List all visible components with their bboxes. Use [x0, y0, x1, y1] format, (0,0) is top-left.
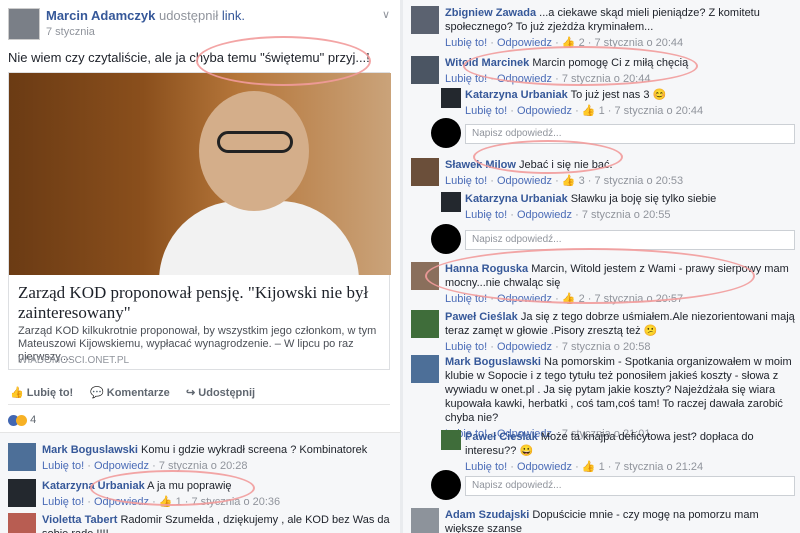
comment-text: Komu i gdzie wykradł screena ? Kombinato… — [141, 444, 368, 456]
reply-link[interactable]: Odpowiedz — [497, 175, 552, 187]
comment-time[interactable]: 7 stycznia o 20:55 — [582, 209, 671, 221]
share-action: udostępnił — [158, 8, 219, 23]
post-panel: Marcin Adamczyk udostępnił link. 7 stycz… — [0, 0, 400, 533]
commenter-name[interactable]: Violetta Tabert — [42, 514, 117, 526]
thumb-icon: 👍 — [10, 387, 27, 399]
like-count-icon: 👍 — [581, 105, 596, 117]
author-name[interactable]: Marcin Adamczyk — [46, 8, 155, 23]
reply-avatar — [431, 470, 461, 500]
like-count-icon: 👍 — [581, 461, 596, 473]
chevron-down-icon[interactable]: ∨ — [382, 8, 390, 21]
avatar[interactable] — [411, 6, 439, 34]
like-count-icon: 👍 — [561, 175, 576, 187]
comment-time[interactable]: 7 stycznia o 20:58 — [562, 341, 651, 353]
red-ink-circle — [473, 140, 623, 174]
link-card[interactable]: Zarząd KOD proponował pensję. "Kijowski … — [8, 72, 391, 370]
commenter-name[interactable]: Paweł Cieślak — [465, 431, 538, 443]
reply-avatar — [431, 224, 461, 254]
like-link[interactable]: Lubię to! — [465, 105, 507, 117]
link-title[interactable]: Zarząd KOD proponował pensję. "Kijowski … — [18, 283, 383, 323]
comment-text: To już jest nas 3 — [570, 89, 650, 101]
confused-emoji-icon: 😕 — [643, 325, 658, 337]
like-link[interactable]: Lubię to! — [42, 496, 84, 508]
glasses — [217, 131, 293, 153]
author-avatar[interactable] — [8, 8, 40, 40]
commenter-name[interactable]: Mark Boguslawski — [42, 444, 138, 456]
like-link[interactable]: Lubię to! — [465, 461, 507, 473]
like-count: 1 — [598, 461, 605, 473]
reply-link[interactable]: Odpowiedz — [94, 460, 149, 472]
like-count: 3 — [578, 175, 585, 187]
like-button[interactable]: 👍 Lubię to! — [10, 386, 73, 399]
commenter-name[interactable]: Mark Boguslawski — [445, 356, 541, 368]
post-actions: 👍 Lubię to! 💬 Komentarze ↪ Udostępnij — [8, 383, 390, 405]
share-icon: ↪ — [186, 387, 199, 399]
avatar[interactable] — [441, 88, 461, 108]
haha-reaction-icon — [16, 414, 27, 426]
link-source: WIADOMOSCI.ONET.PL — [18, 355, 130, 366]
person-shirt — [159, 201, 359, 275]
avatar[interactable] — [8, 513, 36, 533]
avatar[interactable] — [441, 192, 461, 212]
like-link[interactable]: Lubię to! — [445, 37, 487, 49]
comment-text: Sławku ja boję się tylko siebie — [570, 193, 717, 205]
commenter-name[interactable]: Paweł Cieślak — [445, 311, 518, 323]
like-link[interactable]: Lubię to! — [465, 209, 507, 221]
share-button[interactable]: ↪ Udostępnij — [186, 386, 255, 399]
reaction-count: 4 — [30, 414, 37, 426]
avatar[interactable] — [411, 158, 439, 186]
comment-time[interactable]: 7 stycznia o 20:53 — [594, 175, 683, 187]
comment-time[interactable]: 7 stycznia o 21:24 — [614, 461, 703, 473]
comment-time[interactable]: 7 stycznia o 20:44 — [614, 105, 703, 117]
comments-panel: Zbigniew Zawada ...a ciekawe skąd mieli … — [403, 0, 800, 533]
smile-emoji-icon: 😊 — [652, 89, 667, 101]
reactions-summary[interactable]: 4 — [8, 414, 36, 426]
avatar[interactable] — [411, 310, 439, 338]
like-link[interactable]: Lubię to! — [42, 460, 84, 472]
commenter-name[interactable]: Katarzyna Urbaniak — [465, 193, 568, 205]
avatar[interactable] — [441, 430, 461, 450]
comment-icon: 💬 — [90, 387, 107, 399]
like-link[interactable]: Lubię to! — [445, 341, 487, 353]
reply-link[interactable]: Odpowiedz — [517, 105, 572, 117]
avatar[interactable] — [411, 508, 439, 533]
commenter-name[interactable]: Zbigniew Zawada — [445, 7, 536, 19]
avatar[interactable] — [8, 479, 36, 507]
red-ink-circle — [196, 36, 371, 86]
reply-link[interactable]: Odpowiedz — [517, 461, 572, 473]
link-image[interactable] — [9, 73, 391, 275]
comment-button[interactable]: 💬 Komentarze — [90, 386, 170, 399]
commenter-name[interactable]: Katarzyna Urbaniak — [465, 89, 568, 101]
reply-input[interactable]: Napisz odpowiedź... — [465, 476, 795, 496]
like-link[interactable]: Lubię to! — [445, 175, 487, 187]
post-header: Marcin Adamczyk udostępnił link. — [46, 8, 245, 23]
commenter-name[interactable]: Adam Szudajski — [445, 509, 529, 521]
grin-emoji-icon: 😀 — [519, 445, 534, 457]
avatar[interactable] — [411, 355, 439, 383]
avatar[interactable] — [411, 56, 439, 84]
post-date[interactable]: 7 stycznia — [46, 26, 95, 38]
reply-avatar — [431, 118, 461, 148]
red-ink-circle — [425, 248, 755, 304]
reply-link[interactable]: Odpowiedz — [517, 209, 572, 221]
red-ink-circle — [90, 470, 255, 506]
like-count: 1 — [598, 105, 605, 117]
reply-link[interactable]: Odpowiedz — [497, 341, 552, 353]
avatar[interactable] — [8, 443, 36, 471]
reply-input[interactable]: Napisz odpowiedź... — [465, 230, 795, 250]
red-ink-circle — [463, 46, 698, 86]
link-word[interactable]: link. — [222, 8, 245, 23]
